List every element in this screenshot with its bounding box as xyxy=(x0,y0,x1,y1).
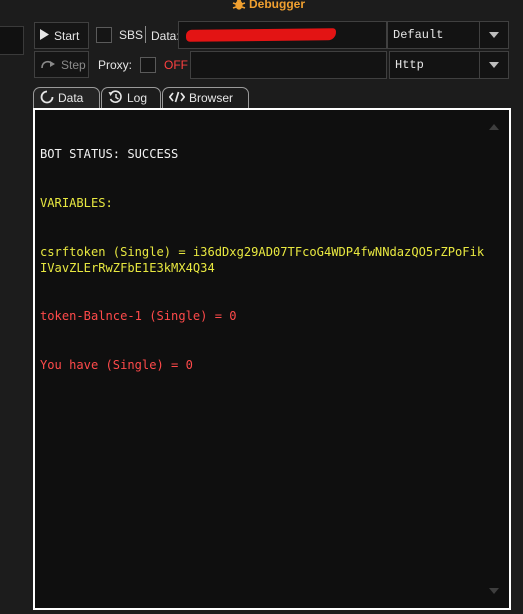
history-icon xyxy=(108,89,123,107)
bug-icon xyxy=(232,0,246,11)
chevron-down-icon[interactable] xyxy=(479,52,508,78)
start-button[interactable]: Start xyxy=(34,22,89,49)
config-select-value: Default xyxy=(393,28,444,42)
tab-log-label: Log xyxy=(127,91,148,105)
code-icon xyxy=(168,91,186,106)
proxy-checkbox[interactable] xyxy=(140,57,156,73)
proxy-type-select[interactable]: Http xyxy=(389,51,509,79)
console-line: token-Balnce-1 (Single) = 0 xyxy=(40,309,237,324)
step-arrow-icon xyxy=(40,58,56,72)
tab-browser[interactable]: Browser xyxy=(162,87,249,108)
debugger-title: Debugger xyxy=(232,0,305,12)
scroll-down-icon[interactable] xyxy=(488,586,500,596)
sbs-checkbox[interactable] xyxy=(96,27,112,43)
tab-browser-label: Browser xyxy=(189,91,234,105)
redaction-mark xyxy=(185,28,337,42)
start-label: Start xyxy=(54,28,80,43)
debugger-output-panel[interactable]: BOT STATUS: SUCCESS VARIABLES: csrftoken… xyxy=(33,108,511,610)
step-button[interactable]: Step xyxy=(34,51,89,78)
proxy-type-value: Http xyxy=(395,58,424,72)
proxy-state: OFF xyxy=(164,58,188,72)
step-label: Step xyxy=(61,57,86,72)
play-icon xyxy=(40,28,49,43)
toolbar-divider xyxy=(145,26,146,43)
console-line: VARIABLES: xyxy=(40,196,113,211)
sbs-label: SBS xyxy=(119,28,144,42)
data-label: Data: xyxy=(151,29,180,43)
tab-data-label: Data xyxy=(58,91,84,105)
chevron-down-icon[interactable] xyxy=(479,22,508,48)
scroll-up-icon[interactable] xyxy=(488,122,500,132)
refresh-circle-icon xyxy=(40,90,54,107)
console-line: You have (Single) = 0 xyxy=(40,358,193,373)
window-title: Debugger xyxy=(249,0,306,11)
tab-data[interactable]: Data xyxy=(33,87,100,108)
left-panel-edge[interactable] xyxy=(0,26,24,55)
console-line: BOT STATUS: SUCCESS xyxy=(40,147,179,162)
config-select[interactable]: Default xyxy=(387,21,509,49)
tab-log[interactable]: Log xyxy=(101,87,161,108)
console-line: csrftoken (Single) = i36dDxg29AD07TFcoG4… xyxy=(40,244,485,275)
console-output: BOT STATUS: SUCCESS VARIABLES: csrftoken… xyxy=(40,114,485,406)
proxy-label: Proxy: xyxy=(98,58,133,72)
proxy-input[interactable] xyxy=(190,51,387,79)
